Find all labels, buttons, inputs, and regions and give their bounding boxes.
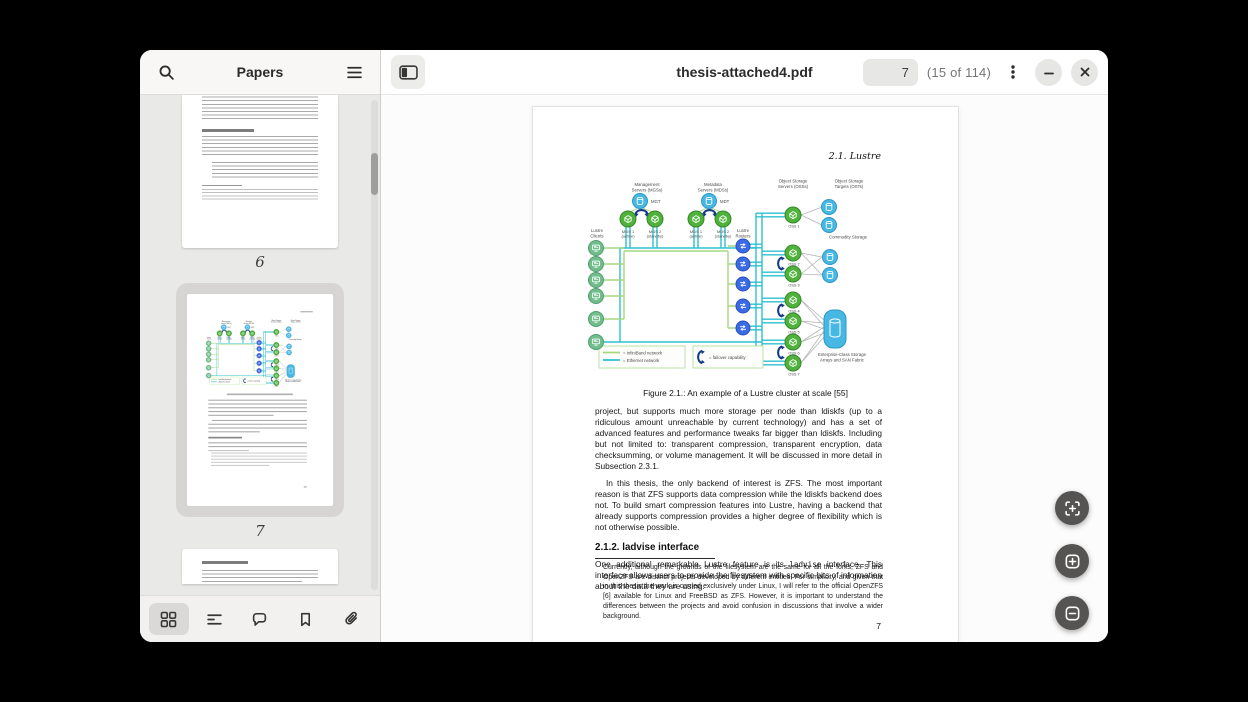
lustre-cluster-figure: [576, 170, 896, 382]
page-count-label: (15 of 114): [927, 65, 991, 80]
sidebar-scrollbar-handle[interactable]: [371, 153, 378, 195]
annotations-tab-button[interactable]: [240, 603, 280, 635]
footnote-rule: [595, 558, 715, 559]
more-options-button[interactable]: [1000, 56, 1026, 88]
main-area: thesis-attached4.pdf (15 of 114): [381, 50, 1108, 642]
grid-icon: [160, 611, 177, 628]
close-icon: [1078, 65, 1092, 79]
zoom-fit-button[interactable]: [1055, 491, 1089, 525]
speech-bubble-icon: [251, 611, 268, 628]
thumbnail-page-7-selected[interactable]: [176, 283, 344, 517]
bookmark-icon: [297, 611, 314, 628]
pdf-page-number: 7: [876, 621, 881, 631]
outline-icon: [206, 611, 223, 628]
section-heading: 2.1.2. ladvise interface: [595, 542, 882, 553]
app-title: Papers: [188, 64, 332, 80]
attachments-tab-button[interactable]: [331, 603, 371, 635]
main-menu-button[interactable]: [338, 56, 370, 88]
close-button[interactable]: [1071, 59, 1098, 86]
zoom-out-icon: [1064, 605, 1081, 622]
search-icon: [158, 64, 175, 81]
running-header: 2.1. Lustre: [829, 151, 881, 162]
document-title: thesis-attached4.pdf: [676, 64, 812, 80]
minimize-button[interactable]: [1035, 59, 1062, 86]
minimize-icon: [1042, 65, 1056, 79]
paperclip-icon: [343, 611, 360, 628]
thumbnail-page-7-preview: [187, 294, 333, 506]
bookmarks-tab-button[interactable]: [286, 603, 326, 635]
paragraph: In this thesis, the only backend of inte…: [595, 478, 882, 533]
sidebar-toolbar: [140, 595, 380, 642]
thumbnail-page-number: 6: [255, 253, 265, 271]
thumbnail-page-number: 7: [255, 522, 265, 540]
zoom-in-icon: [1064, 553, 1081, 570]
fit-page-icon: [1064, 500, 1081, 517]
footnote-text: Currently, although the grounds of the f…: [603, 563, 883, 621]
sidebar-scrollbar[interactable]: [371, 100, 378, 590]
paragraph: project, but supports much more storage …: [595, 406, 882, 472]
hamburger-menu-icon: [346, 64, 363, 81]
thumbnail-page-6[interactable]: [182, 95, 338, 248]
pdf-page: 2.1. Lustre Figure 2.1.: An example of a…: [532, 106, 959, 642]
page-number-input[interactable]: [863, 59, 918, 86]
document-view: 2.1. Lustre Figure 2.1.: An example of a…: [381, 95, 1108, 642]
split-pane-icon: [399, 64, 418, 81]
outline-tab-button[interactable]: [194, 603, 234, 635]
thumbnail-page-8[interactable]: [182, 549, 338, 584]
sidebar: Papers: [140, 50, 381, 642]
zoom-out-button[interactable]: [1055, 596, 1089, 630]
papers-window: Papers: [140, 50, 1108, 642]
kebab-menu-icon: [1005, 64, 1021, 80]
main-headerbar: thesis-attached4.pdf (15 of 114): [381, 50, 1108, 95]
sidebar-headerbar: Papers: [140, 50, 380, 95]
thumbnails-tab-button[interactable]: [149, 603, 189, 635]
figure-caption: Figure 2.1.: An example of a Lustre clus…: [533, 388, 958, 398]
thumbnail-list: 6: [140, 95, 380, 595]
zoom-in-button[interactable]: [1055, 544, 1089, 578]
sidebar-toggle-button[interactable]: [391, 55, 425, 89]
search-button[interactable]: [150, 56, 182, 88]
